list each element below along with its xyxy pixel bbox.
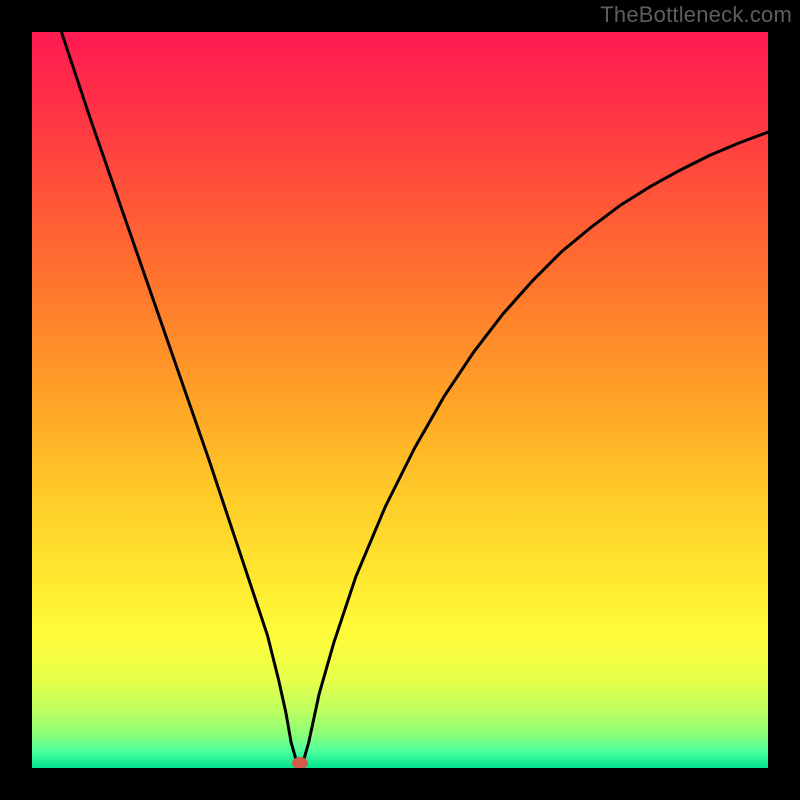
bottleneck-curve bbox=[32, 32, 768, 768]
chart-frame: TheBottleneck.com bbox=[0, 0, 800, 800]
watermark-text: TheBottleneck.com bbox=[600, 2, 792, 28]
optimal-point-marker bbox=[292, 757, 308, 768]
plot-area bbox=[32, 32, 768, 768]
